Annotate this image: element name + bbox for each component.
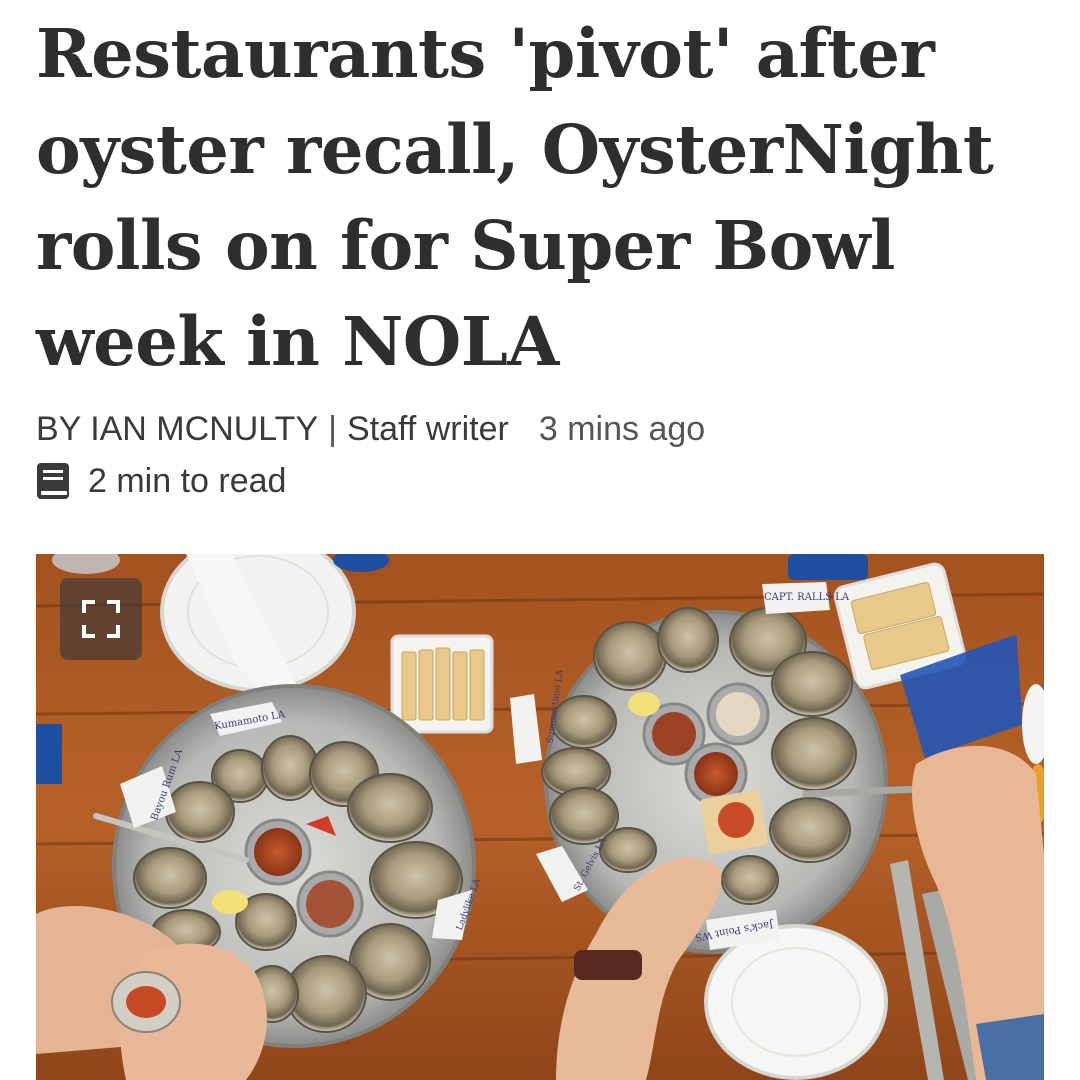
publish-time: 3 mins ago bbox=[538, 409, 706, 448]
tag-capt: CAPT. RALLS LA bbox=[764, 592, 850, 603]
book-icon bbox=[37, 463, 69, 499]
expand-image-button[interactable] bbox=[60, 578, 142, 660]
read-time-label: 2 min to read bbox=[88, 461, 287, 500]
byline-separator: | bbox=[328, 409, 337, 448]
article-photo[interactable]: Kumamoto LA Bayou Rum LA CAPT. RALLS LA … bbox=[36, 554, 1044, 1080]
byline: BY IAN MCNULTY | Staff writer 3 mins ago bbox=[36, 406, 705, 452]
oyster-table-image: Kumamoto LA Bayou Rum LA CAPT. RALLS LA … bbox=[36, 554, 1044, 1080]
article-headline: Restaurants 'pivot' after oyster recall,… bbox=[36, 14, 994, 381]
expand-icon bbox=[82, 600, 120, 638]
author-role: Staff writer bbox=[346, 409, 509, 448]
author-name[interactable]: BY IAN MCNULTY bbox=[36, 410, 318, 449]
read-time: 2 min to read bbox=[36, 458, 286, 504]
